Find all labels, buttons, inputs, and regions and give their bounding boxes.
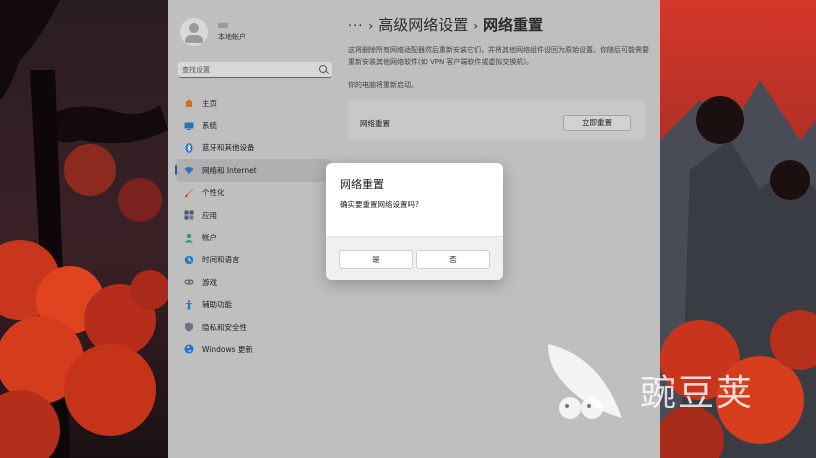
sidebar-item-label: 时间和语言 — [202, 255, 240, 265]
home-icon — [184, 98, 194, 108]
sidebar-item-label: 网络和 Internet — [202, 165, 257, 175]
search-placeholder: 查找设置 — [182, 66, 210, 74]
brush-icon — [184, 188, 194, 198]
account-type: 本地帐户 — [218, 32, 246, 41]
confirm-dialog: 网络重置 确实要重置网络设置吗? 是 否 — [326, 163, 503, 280]
no-button[interactable]: 否 — [416, 250, 490, 269]
yes-button[interactable]: 是 — [339, 250, 413, 269]
sidebar-item-label: 应用 — [202, 210, 217, 220]
sidebar: 本地帐户 查找设置 主页 系统 蓝牙和其他设备 网络和 Internet 个性化… — [168, 0, 336, 458]
chevron-right-icon: › — [473, 19, 479, 33]
sidebar-item-bluetooth[interactable]: 蓝牙和其他设备 — [176, 137, 332, 159]
sidebar-item-system[interactable]: 系统 — [176, 114, 332, 136]
sidebar-item-label: 辅助功能 — [202, 300, 232, 310]
avatar — [180, 18, 208, 46]
apps-icon — [184, 210, 194, 220]
dialog-footer: 是 否 — [326, 236, 503, 280]
user-profile[interactable]: 本地帐户 — [180, 18, 246, 46]
sidebar-item-home[interactable]: 主页 — [176, 92, 332, 114]
shield-icon — [184, 322, 194, 332]
sidebar-item-personalization[interactable]: 个性化 — [176, 182, 332, 204]
user-name-redacted — [218, 22, 228, 28]
sidebar-item-label: Windows 更新 — [202, 344, 253, 354]
breadcrumb-more-button[interactable]: ··· — [348, 19, 363, 34]
user-info: 本地帐户 — [218, 22, 246, 42]
dialog-title: 网络重置 — [340, 178, 384, 191]
chevron-right-icon: › — [368, 19, 374, 33]
network-reset-card: 网络重置 立即重置 — [348, 101, 645, 139]
breadcrumb-parent-link[interactable]: 高级网络设置 — [378, 16, 468, 34]
sidebar-item-label: 游戏 — [202, 277, 217, 287]
account-icon — [184, 233, 194, 243]
sidebar-item-gaming[interactable]: 游戏 — [176, 271, 332, 293]
sidebar-item-network[interactable]: 网络和 Internet — [175, 159, 332, 182]
page-title: 网络重置 — [483, 16, 544, 34]
watermark-text: 豌豆荚 — [640, 373, 755, 414]
dialog-message: 确实要重置网络设置吗? — [340, 200, 419, 209]
sidebar-item-accessibility[interactable]: 辅助功能 — [176, 294, 332, 316]
watermark: 豌豆荚 — [540, 336, 780, 428]
reset-now-button[interactable]: 立即重置 — [563, 115, 631, 131]
sidebar-item-label: 个性化 — [202, 188, 225, 198]
sidebar-item-windows-update[interactable]: Windows 更新 — [176, 338, 332, 360]
sync-icon — [184, 344, 194, 354]
sidebar-item-label: 帐户 — [202, 233, 217, 243]
gamepad-icon — [184, 277, 194, 287]
reset-description: 这将删除所有网络适配器然后重新安装它们，并将其他网络组件设回为原始设置。你随后可… — [348, 46, 649, 66]
sidebar-item-time-language[interactable]: 时间和语言 — [176, 249, 332, 271]
wifi-icon — [184, 165, 194, 175]
sidebar-nav: 主页 系统 蓝牙和其他设备 网络和 Internet 个性化 应用 帐户 时间和… — [175, 92, 332, 361]
monitor-icon — [184, 121, 194, 131]
sidebar-item-label: 主页 — [202, 98, 217, 108]
globe-clock-icon — [184, 255, 194, 265]
pea-pod-logo-icon — [548, 344, 622, 419]
sidebar-item-label: 系统 — [202, 121, 217, 131]
sidebar-item-apps[interactable]: 应用 — [176, 204, 332, 226]
search-icon — [319, 65, 327, 73]
sidebar-item-label: 隐私和安全性 — [202, 322, 247, 332]
search-input[interactable]: 查找设置 — [178, 62, 332, 78]
bluetooth-icon — [184, 143, 194, 153]
network-reset-label: 网络重置 — [360, 119, 390, 128]
restart-note: 你的电脑将重新启动。 — [348, 81, 418, 89]
sidebar-item-accounts[interactable]: 帐户 — [176, 226, 332, 248]
sidebar-item-label: 蓝牙和其他设备 — [202, 143, 255, 153]
accessibility-icon — [184, 300, 194, 310]
sidebar-item-privacy[interactable]: 隐私和安全性 — [176, 316, 332, 338]
breadcrumb: ··· › 高级网络设置 › 网络重置 — [348, 14, 543, 35]
